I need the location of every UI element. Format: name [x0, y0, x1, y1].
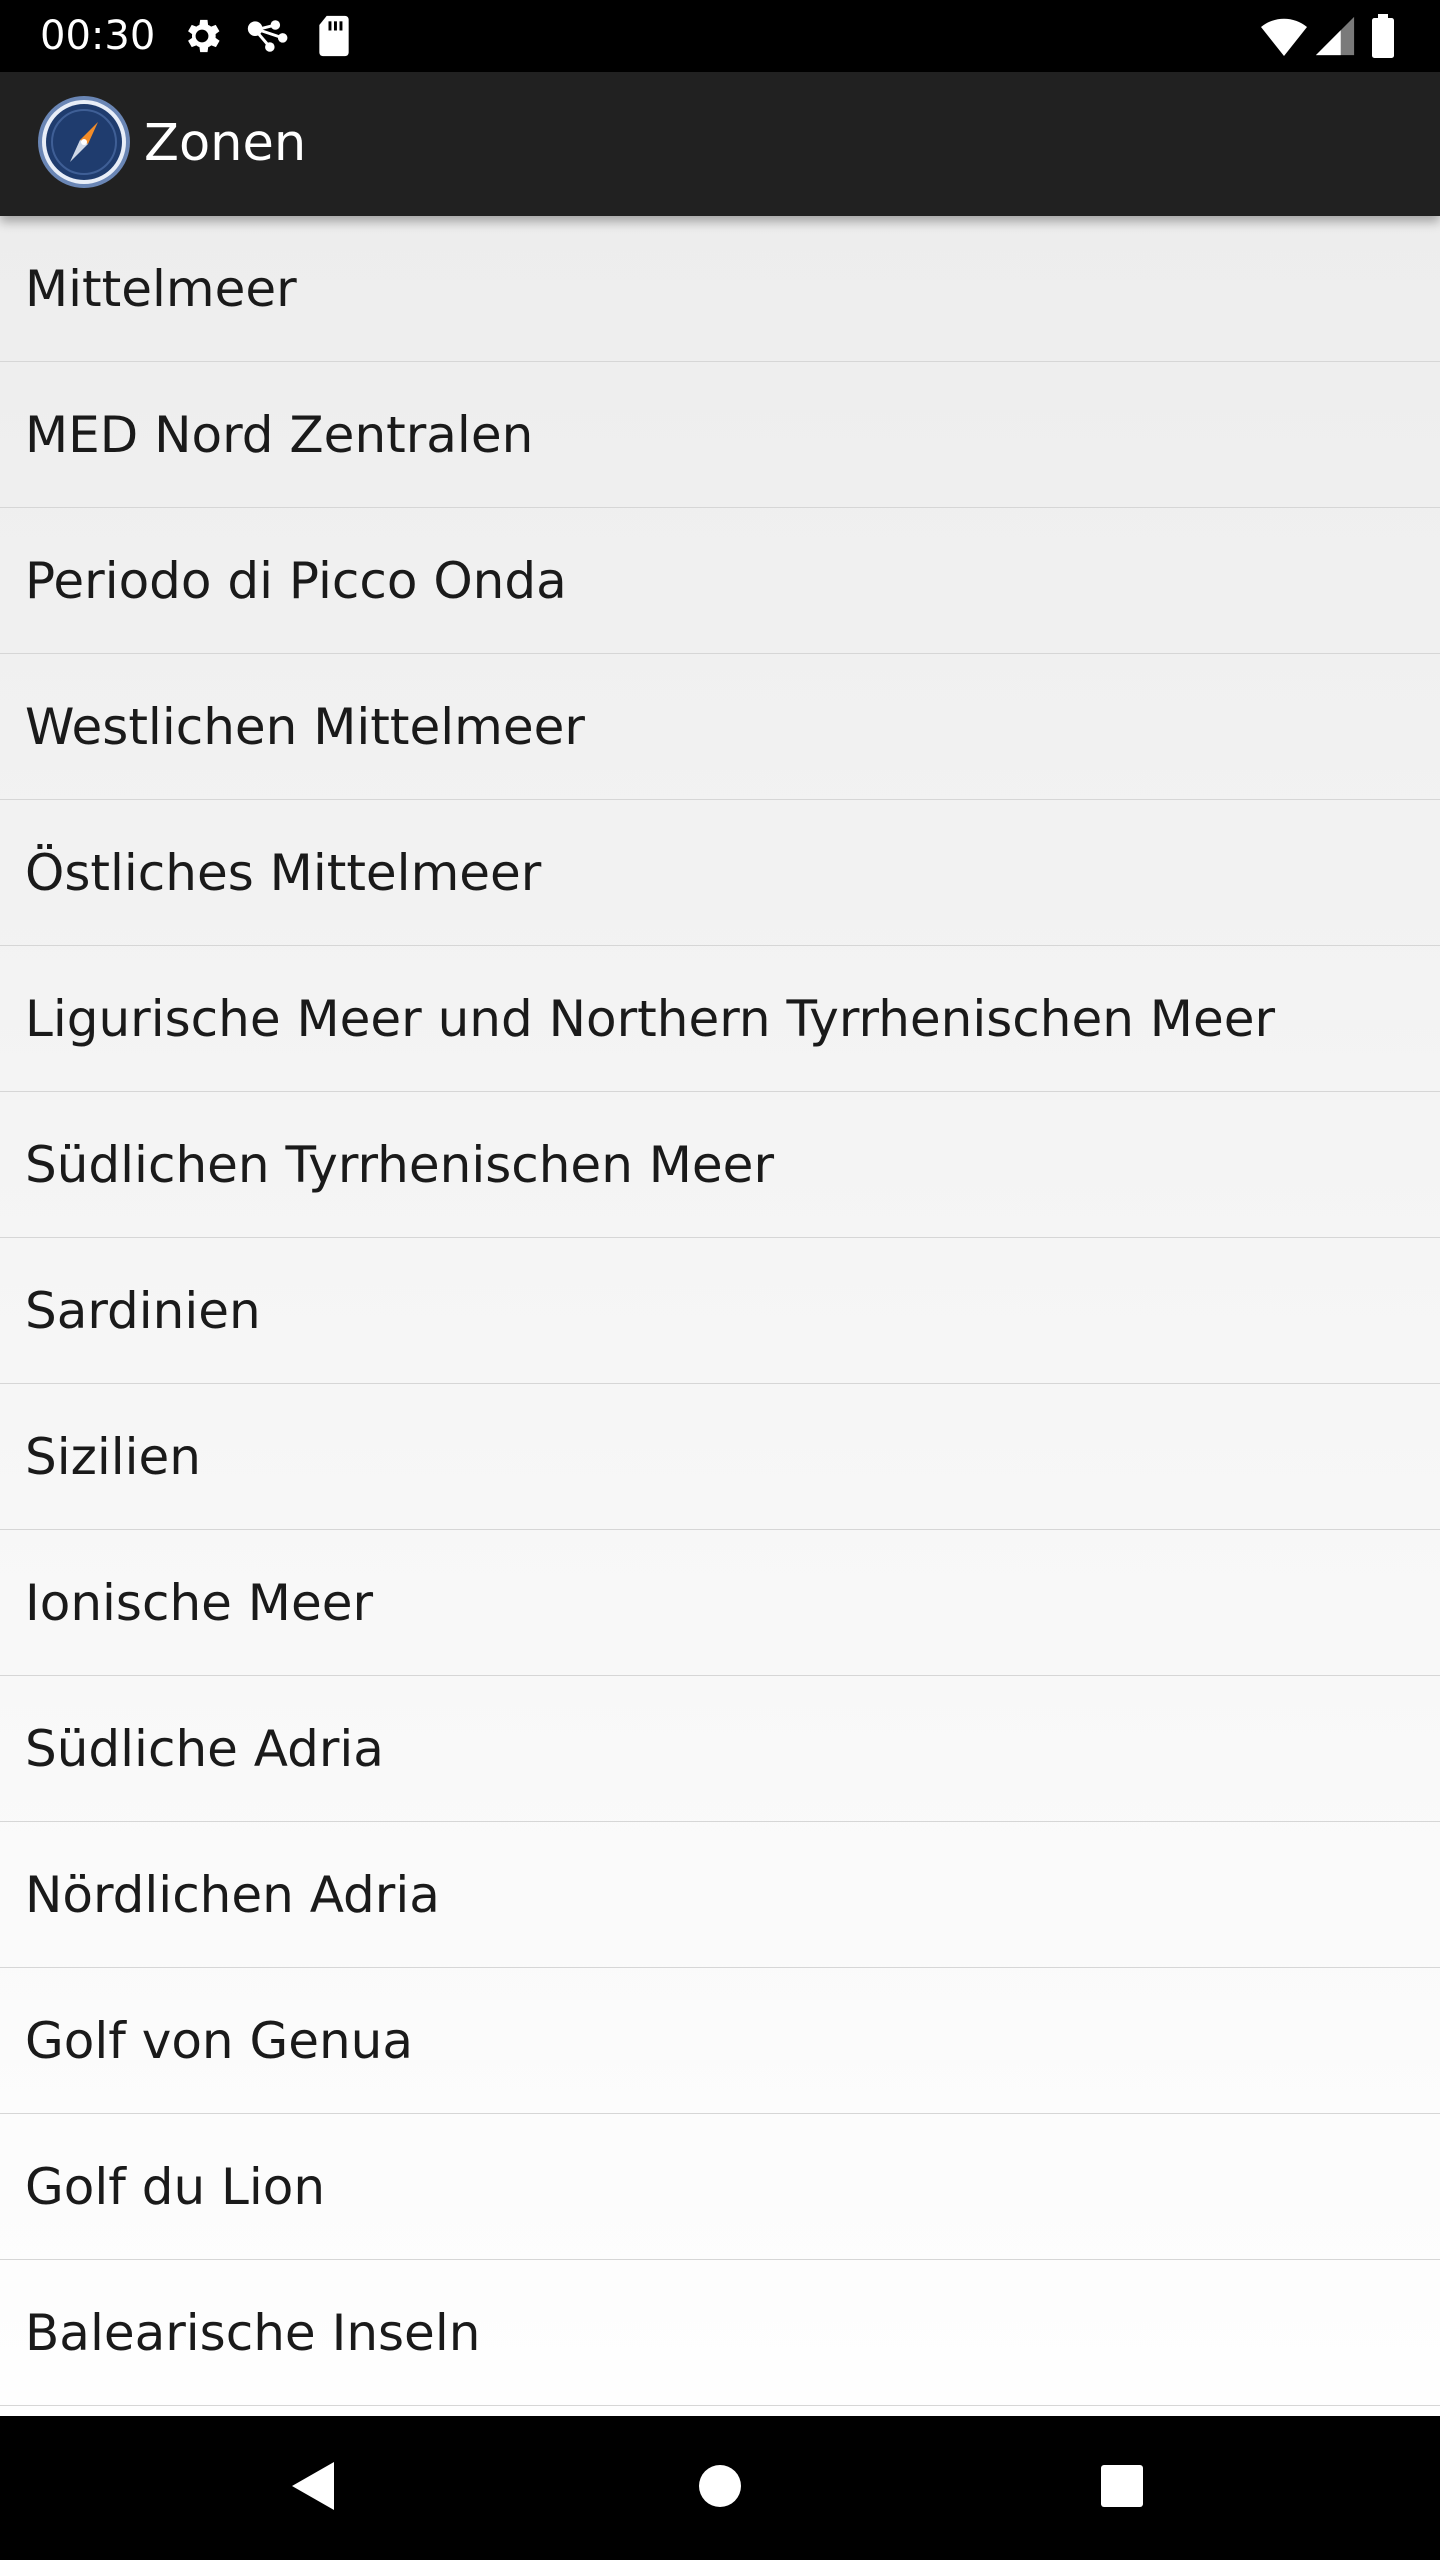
recents-icon [1099, 2463, 1145, 2513]
list-item-label: Periodo di Picco Onda [25, 551, 567, 610]
list-item[interactable]: Nördlichen Adria [0, 1822, 1440, 1968]
list-item-label: Golf du Lion [25, 2157, 326, 2216]
list-item-label: Ionische Meer [25, 1573, 374, 1632]
status-bar: 00:30 [0, 0, 1440, 72]
list-item-label: Westlichen Mittelmeer [25, 697, 585, 756]
list-item-label: Mittelmeer [25, 259, 297, 318]
app-bar: Zonen [0, 72, 1440, 216]
list-item[interactable]: MED Nord Zentralen [0, 362, 1440, 508]
list-item[interactable]: Balearische Inseln [0, 2260, 1440, 2406]
home-button[interactable] [640, 2416, 800, 2560]
list-item-label: Südliche Adria [25, 1719, 384, 1778]
signal-icon [1314, 14, 1356, 58]
list-item-label: Ligurische Meer und Northern Tyrrhenisch… [25, 989, 1276, 1048]
list-item[interactable]: Sizilien [0, 1384, 1440, 1530]
wifi-icon [1260, 14, 1308, 58]
list-item-label: Golf von Genua [25, 2011, 414, 2070]
battery-icon [1370, 14, 1396, 58]
list-item[interactable]: Östliches Mittelmeer [0, 800, 1440, 946]
list-item[interactable]: Golf von Genua [0, 1968, 1440, 2114]
back-button[interactable] [232, 2416, 392, 2560]
page-title: Zonen [144, 114, 307, 173]
home-icon [697, 2463, 743, 2513]
list-item-label: Balearische Inseln [25, 2303, 481, 2362]
list-item[interactable]: Sardinien [0, 1238, 1440, 1384]
sd-card-icon [316, 14, 352, 58]
list-item-label: Sizilien [25, 1427, 202, 1486]
list-item[interactable]: Südlichen Tyrrhenischen Meer [0, 1092, 1440, 1238]
list-item[interactable]: Westlichen Mittelmeer [0, 654, 1440, 800]
list-item[interactable]: Ligurische Meer und Northern Tyrrhenisch… [0, 946, 1440, 1092]
list-item-label: Nördlichen Adria [25, 1865, 440, 1924]
list-item-label: Südlichen Tyrrhenischen Meer [25, 1135, 774, 1194]
navigation-bar [0, 2416, 1440, 2560]
list-item-label: MED Nord Zentralen [25, 405, 534, 464]
list-item-label: Sardinien [25, 1281, 261, 1340]
settings-icon [180, 14, 224, 58]
network-share-icon [244, 14, 292, 58]
zone-list[interactable]: Mittelmeer MED Nord Zentralen Periodo di P… [0, 216, 1440, 2416]
list-item[interactable]: Südliche Adria [0, 1676, 1440, 1822]
list-item-label: Östliches Mittelmeer [25, 843, 542, 902]
list-item[interactable]: Ionische Meer [0, 1530, 1440, 1676]
list-item[interactable]: Periodo di Picco Onda [0, 508, 1440, 654]
back-icon [288, 2460, 336, 2516]
recents-button[interactable] [1042, 2416, 1202, 2560]
compass-icon [36, 94, 132, 190]
list-item[interactable]: Mittelmeer [0, 216, 1440, 362]
status-time: 00:30 [40, 13, 156, 59]
list-item[interactable]: Golf du Lion [0, 2114, 1440, 2260]
